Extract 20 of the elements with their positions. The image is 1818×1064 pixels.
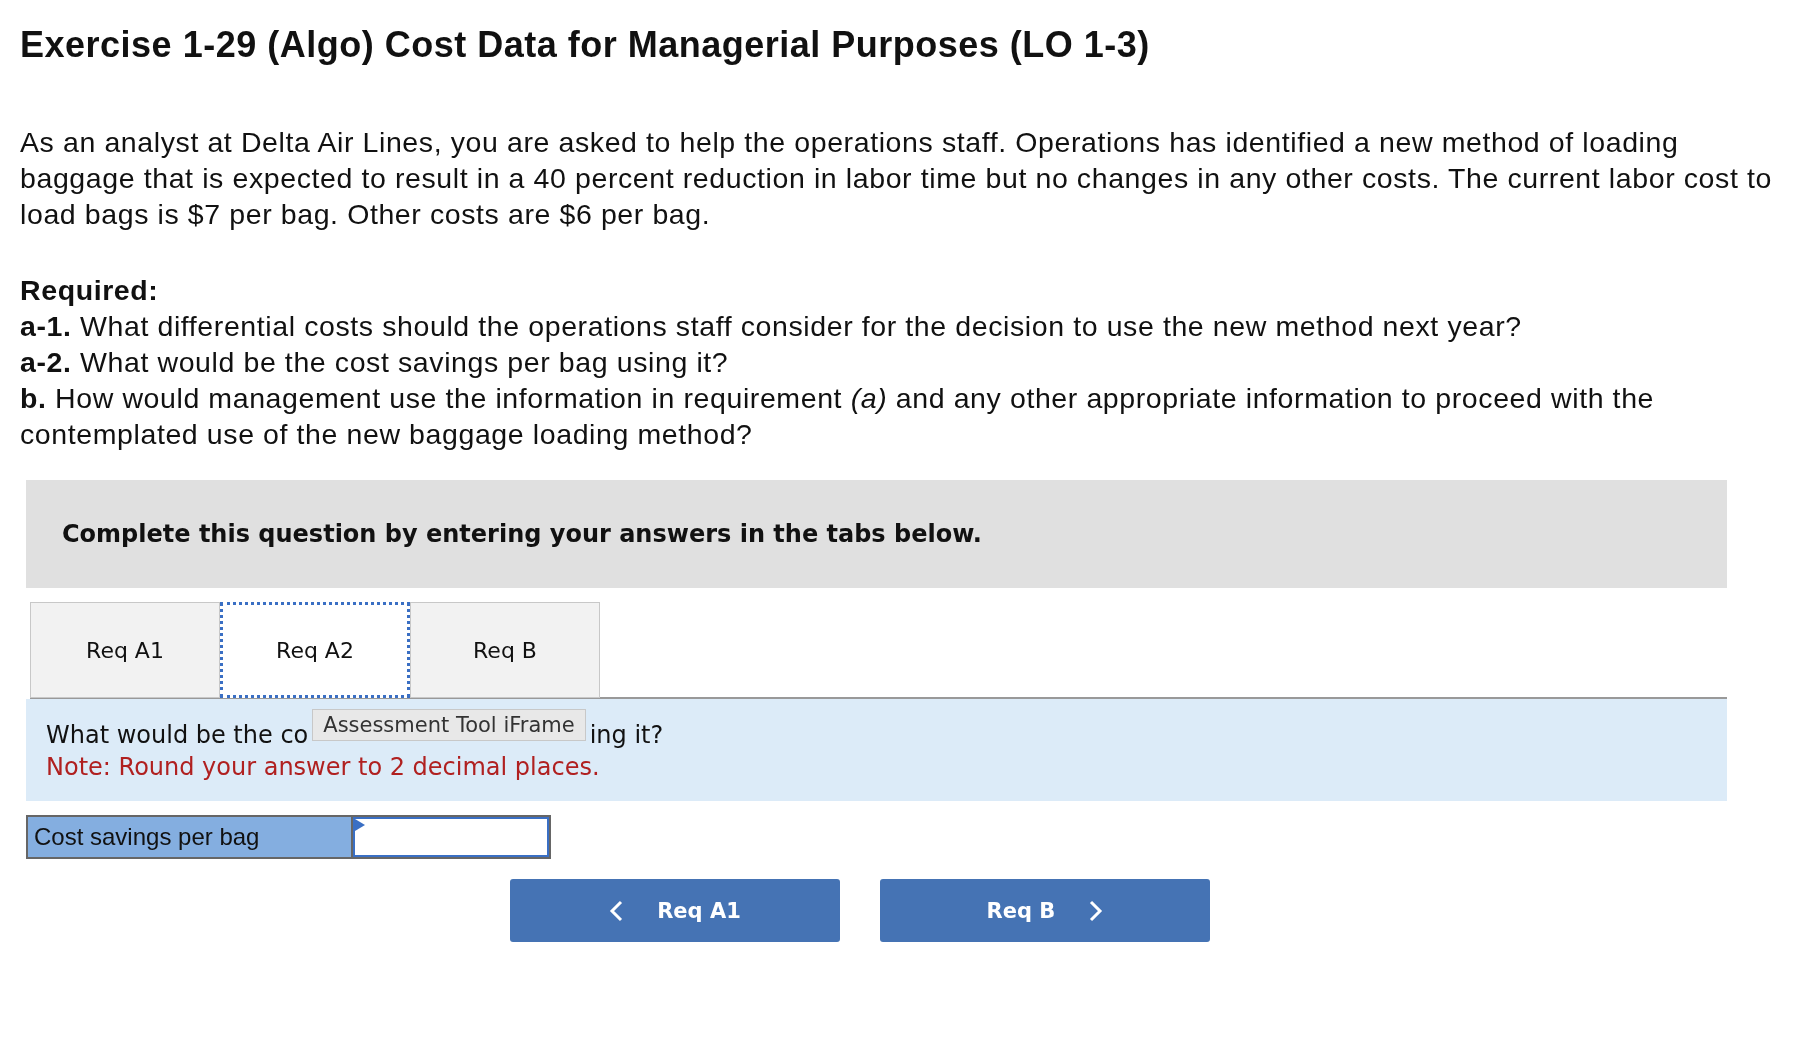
tab[interactable]: Req A2: [220, 602, 410, 698]
requirement-text: a-2. What would be the cost savings per bag using it?: [20, 345, 730, 380]
page-title: Exercise 1-29 (Algo) Cost Data for Managerial Purposes (LO 1-3): [20, 24, 1151, 66]
requirement-text: a-1. What differential costs should the operations staff consider for the decision to use the new method next year?: [20, 309, 1523, 344]
previous-button[interactable]: Req A1: [510, 879, 840, 942]
requirement-text: b. How would management use the information in requirement (a) and any other appropriate information to proceed with the contemplated use of the new baggage loading method?: [20, 381, 1656, 452]
question-text: ing it?: [589, 720, 664, 751]
chevron-right-icon: [1089, 899, 1104, 922]
question-text: What would be the co: [46, 720, 309, 751]
tab[interactable]: Req A1: [30, 602, 220, 698]
answer-field[interactable]: [353, 817, 549, 857]
note-text: Note: Round your answer to 2 decimal places.: [46, 752, 601, 783]
problem-text: As an analyst at Delta Air Lines, you are asked to help the operations staff. Operations has identified a new method of loading baggage that is expected to result in a 40 percent reduction in labor time but no changes in any other costs. The current labor cost to load bags is $7 per bag. Other costs are $6 per bag.: [20, 125, 1773, 232]
instruction-text: Complete this question by entering your answers in the tabs below.: [62, 520, 982, 548]
tab[interactable]: Req B: [410, 602, 600, 698]
answer-label: Cost savings per bag: [28, 817, 353, 857]
tooltip: Assessment Tool iFrame: [312, 709, 586, 741]
chevron-left-icon: [609, 899, 624, 922]
required-heading: Required:: [20, 273, 160, 308]
next-button[interactable]: Req B: [880, 879, 1210, 942]
